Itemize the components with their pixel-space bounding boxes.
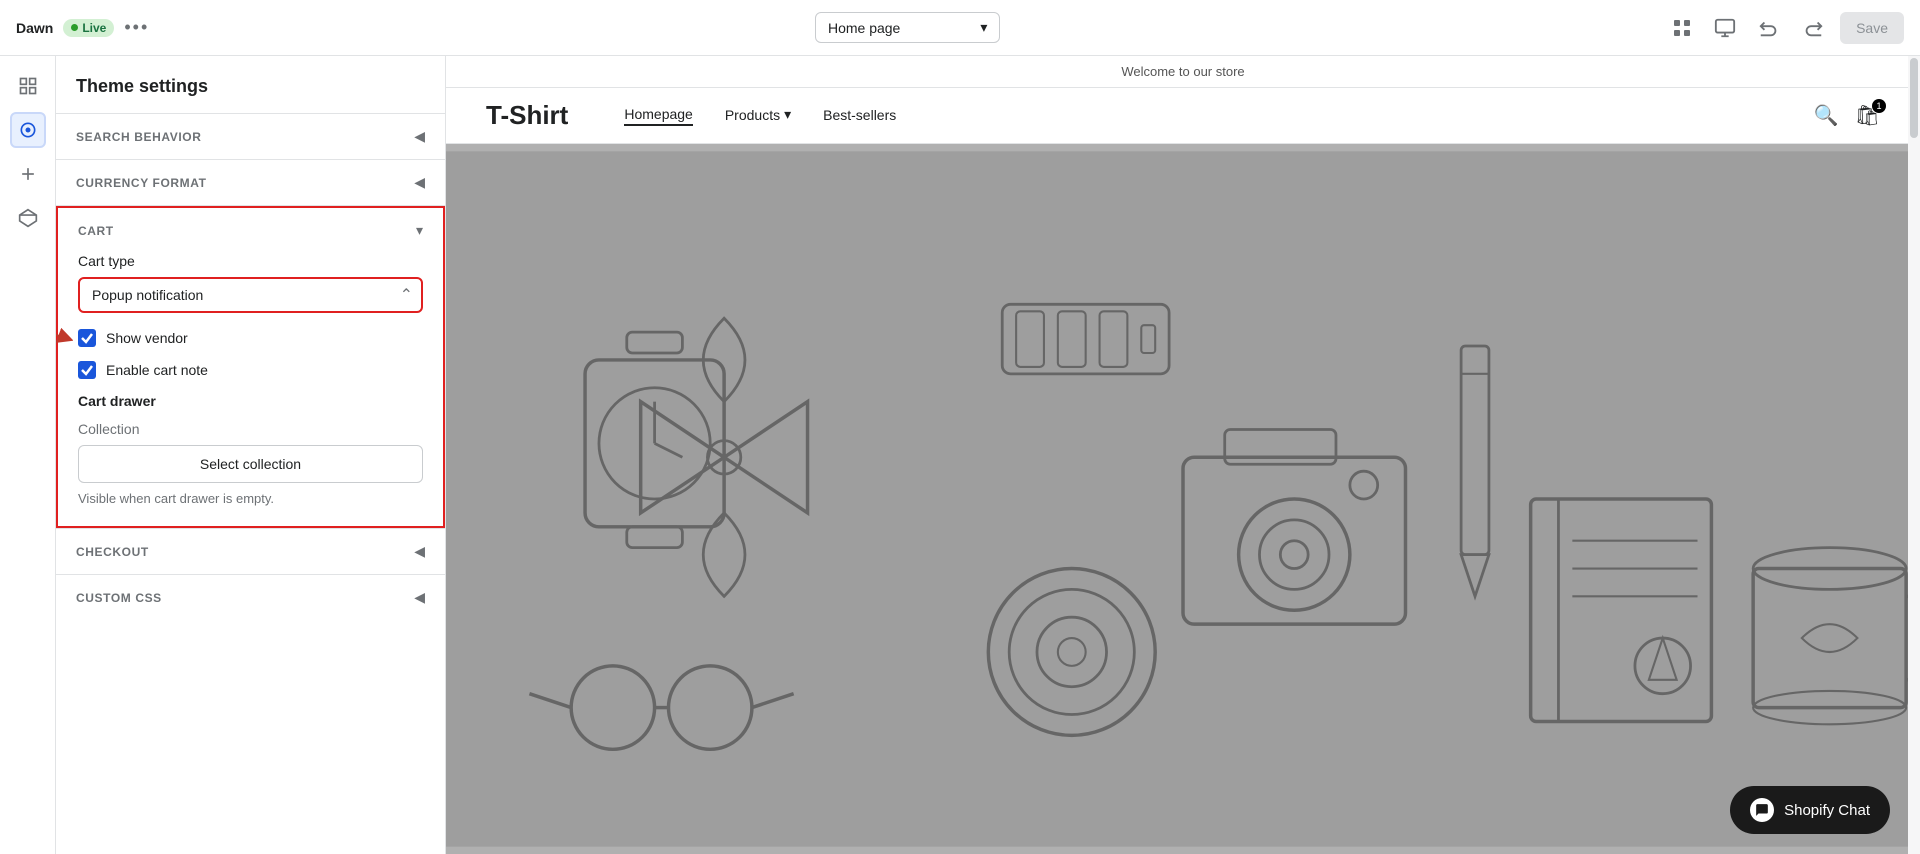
search-behavior-label: SEARCH BEHAVIOR — [76, 130, 201, 144]
section-custom-css[interactable]: CUSTOM CSS ◀ — [56, 575, 445, 620]
enable-cart-note-row: Enable cart note — [78, 361, 423, 379]
nav-right: 🔍 🛍 1 — [1814, 103, 1880, 128]
topbar: Dawn Live ••• Home page ▾ Save — [0, 0, 1920, 56]
custom-css-label: CUSTOM CSS — [76, 591, 162, 605]
cart-button[interactable]: 🛍 1 — [1855, 103, 1880, 128]
sidebar-icon-sections[interactable] — [10, 68, 46, 104]
cart-chevron: ▾ — [416, 222, 423, 239]
store-banner: Welcome to our store — [446, 56, 1920, 88]
page-selector[interactable]: Home page ▾ — [815, 12, 1000, 43]
live-label: Live — [82, 21, 106, 35]
icon-rail — [0, 56, 56, 854]
panel-header: Theme settings — [56, 56, 445, 114]
collection-label: Collection — [78, 421, 423, 437]
scrollbar-thumb — [1910, 58, 1918, 138]
chevron-down-icon: ▾ — [980, 19, 987, 36]
cart-section-body: Cart type Popup notification Page Drawer… — [58, 253, 443, 526]
enable-cart-note-checkbox[interactable] — [78, 361, 96, 379]
cart-section-header[interactable]: CART ▾ — [58, 208, 443, 253]
search-button[interactable]: 🔍 — [1814, 103, 1839, 128]
products-dropdown-icon: ▾ — [784, 106, 791, 123]
cart-type-label: Cart type — [78, 253, 423, 269]
store-logo: T-Shirt — [486, 100, 568, 131]
show-vendor-checkbox[interactable] — [78, 329, 96, 347]
sidebar-icon-theme-settings[interactable] — [10, 112, 46, 148]
show-vendor-row: Show vendor — [78, 329, 423, 347]
topbar-right: Save — [1666, 11, 1904, 45]
sidebar-icon-add[interactable] — [10, 156, 46, 192]
desktop-icon[interactable] — [1708, 11, 1742, 45]
nav-homepage[interactable]: Homepage — [624, 106, 693, 126]
live-badge: Live — [63, 19, 114, 37]
hint-text: Visible when cart drawer is empty. — [78, 491, 423, 506]
checkout-chevron: ◀ — [414, 543, 425, 560]
custom-css-chevron: ◀ — [414, 589, 425, 606]
checkout-label: CHECKOUT — [76, 545, 149, 559]
currency-format-label: CURRENCY FORMAT — [76, 176, 207, 190]
undo-button[interactable] — [1752, 11, 1786, 45]
hero-image: Shopify Chat — [446, 144, 1920, 854]
cart-section: CART ▾ Cart type Popup notification Page… — [56, 206, 445, 528]
more-button[interactable]: ••• — [124, 17, 149, 38]
redo-button[interactable] — [1796, 11, 1830, 45]
cart-drawer-label: Cart drawer — [78, 393, 423, 409]
select-collection-button[interactable]: Select collection — [78, 445, 423, 483]
grid-select-icon[interactable] — [1666, 12, 1698, 44]
currency-format-chevron: ◀ — [414, 174, 425, 191]
panel-title: Theme settings — [76, 76, 425, 97]
enable-cart-note-label: Enable cart note — [106, 362, 208, 378]
main-layout: Theme settings SEARCH BEHAVIOR ◀ CURRENC… — [0, 56, 1920, 854]
cart-type-select-wrapper: Popup notification Page Drawer ⌃ — [78, 277, 423, 313]
preview-area: Welcome to our store T-Shirt Homepage Pr… — [446, 56, 1920, 854]
sidebar-icon-layers[interactable] — [10, 200, 46, 236]
section-search-behavior[interactable]: SEARCH BEHAVIOR ◀ — [56, 114, 445, 160]
save-button[interactable]: Save — [1840, 12, 1904, 44]
store-nav: T-Shirt Homepage Products ▾ Best-sellers… — [446, 88, 1920, 144]
cart-type-select[interactable]: Popup notification Page Drawer — [78, 277, 423, 313]
chat-label: Shopify Chat — [1784, 802, 1870, 819]
show-vendor-label: Show vendor — [106, 330, 188, 346]
nav-bestsellers[interactable]: Best-sellers — [823, 107, 896, 125]
section-checkout[interactable]: CHECKOUT ◀ — [56, 528, 445, 575]
nav-products[interactable]: Products ▾ — [725, 106, 791, 125]
preview-scrollbar[interactable] — [1908, 56, 1920, 854]
topbar-left: Dawn Live ••• — [16, 17, 149, 38]
live-dot — [71, 24, 78, 31]
settings-panel: Theme settings SEARCH BEHAVIOR ◀ CURRENC… — [56, 56, 446, 854]
cart-badge: 1 — [1872, 99, 1886, 113]
chat-bubble-icon — [1750, 798, 1774, 822]
section-currency-format[interactable]: CURRENCY FORMAT ◀ — [56, 160, 445, 206]
search-behavior-chevron: ◀ — [414, 128, 425, 145]
topbar-center: Home page ▾ — [161, 12, 1654, 43]
cart-label: CART — [78, 224, 114, 238]
theme-name: Dawn — [16, 20, 53, 36]
page-select-value: Home page — [828, 20, 900, 36]
chat-widget[interactable]: Shopify Chat — [1730, 786, 1890, 834]
